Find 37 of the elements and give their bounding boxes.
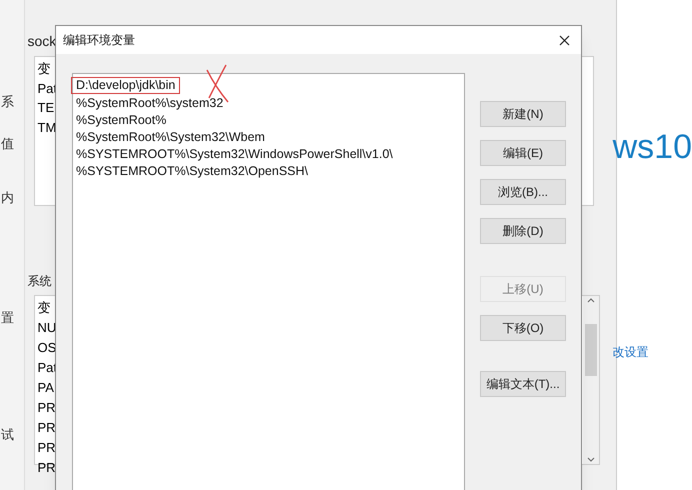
dialog-button[interactable]: 下移(O): [480, 315, 566, 341]
scroll-down-icon[interactable]: [586, 457, 594, 462]
scroll-thumb[interactable]: [584, 324, 596, 376]
side-label: 置: [1, 308, 15, 326]
system-label: 系统: [28, 273, 52, 290]
scrollbar[interactable]: [582, 296, 598, 464]
path-item[interactable]: %SYSTEMROOT%\System32\WindowsPowerShell\v1.0\: [71, 146, 398, 163]
user-label: sock: [28, 32, 56, 51]
side-label: 值: [1, 134, 15, 152]
variable-name: PR: [38, 438, 56, 456]
column-header: 变: [38, 299, 50, 317]
close-icon[interactable]: [559, 34, 570, 46]
dialog-button[interactable]: 编辑文本(T)...: [480, 371, 566, 397]
path-item[interactable]: %SYSTEMROOT%\System32\OpenSSH\: [71, 163, 314, 180]
dialog-button[interactable]: 浏览(B)...: [480, 179, 566, 205]
side-label: 系: [1, 93, 15, 111]
variable-name: NU: [38, 318, 56, 336]
dialog-button[interactable]: 新建(N): [480, 101, 566, 127]
column-header: 变: [38, 60, 50, 78]
scroll-up-icon[interactable]: [586, 298, 594, 303]
variable-name: OS: [38, 338, 56, 356]
path-item[interactable]: %SystemRoot%\system32: [71, 95, 228, 112]
dialog-button[interactable]: 编辑(E): [480, 140, 566, 166]
dialog-button[interactable]: 删除(D): [480, 218, 566, 244]
variable-name: PA: [38, 378, 54, 396]
side-label: 试: [1, 426, 15, 444]
variable-name: TE: [38, 99, 54, 117]
path-item[interactable]: %SystemRoot%: [71, 112, 172, 129]
variable-name: PR: [38, 398, 56, 416]
window-title: 编辑环境变量: [63, 32, 135, 49]
heading-text: ws10: [612, 127, 692, 168]
variable-name: PR: [38, 418, 56, 436]
variable-name: PR: [38, 458, 56, 476]
side-label: 内: [1, 189, 15, 207]
path-item[interactable]: D:\develop\jdk\bin: [71, 77, 180, 94]
path-item[interactable]: %SystemRoot%\System32\Wbem: [71, 129, 270, 146]
settings-link[interactable]: 改设置: [612, 343, 692, 361]
